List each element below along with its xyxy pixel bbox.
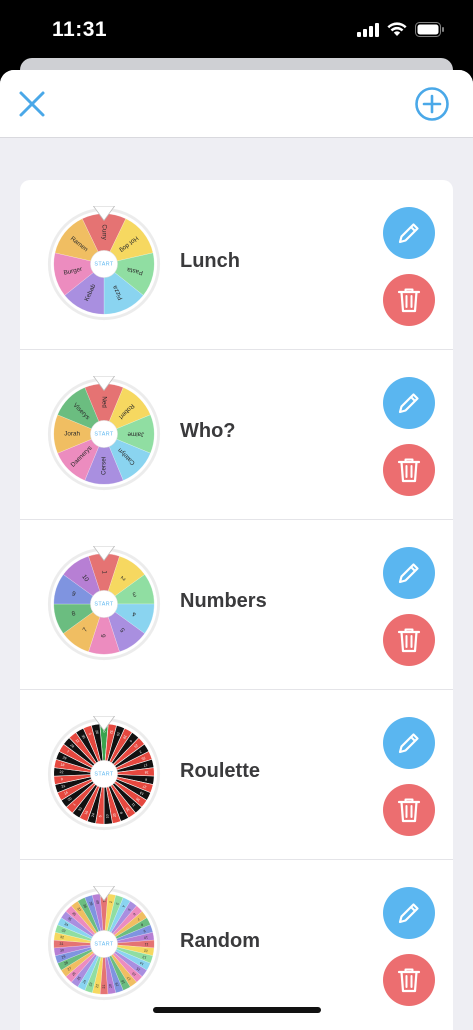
pencil-icon bbox=[398, 733, 419, 754]
edit-button[interactable] bbox=[383, 887, 435, 939]
wheel-title: Random bbox=[180, 930, 260, 952]
wheel-row-roulette[interactable]: 0 32 15 19 4 21 2 25 17 34 6 27 13 36 11 30 8 23 10 5 24 16 33… bbox=[20, 690, 453, 860]
close-icon bbox=[19, 91, 45, 117]
edit-button[interactable] bbox=[383, 377, 435, 429]
wheel-row-random[interactable]: 1 2 3 4 5 6 7 8 9 10 11 12 13 14 15 16 17 18 19 20 21 22 23 24 2… bbox=[20, 860, 453, 1029]
pencil-icon bbox=[398, 563, 419, 584]
edit-button[interactable] bbox=[383, 207, 435, 259]
pencil-icon bbox=[398, 393, 419, 414]
wheel-segment-label: 32 bbox=[60, 935, 65, 940]
wheel-segment-label: 26 bbox=[95, 730, 100, 735]
edit-button[interactable] bbox=[383, 717, 435, 769]
wheel-thumbnail[interactable]: 1 234567891011121314151617181920212223242… bbox=[46, 886, 162, 1002]
wheel-row-lunch[interactable]: Curry Hot dog Pasta Pizza Kebab Burger Ramen ST… bbox=[20, 180, 453, 350]
wheel-segment-label: Jaime bbox=[127, 430, 144, 437]
home-indicator bbox=[153, 1007, 321, 1013]
wheel-title: Roulette bbox=[180, 760, 260, 782]
delete-button[interactable] bbox=[383, 274, 435, 326]
navigation-bar bbox=[0, 70, 473, 138]
trash-icon bbox=[397, 968, 421, 993]
wheel-thumbnail[interactable]: 12345678910START bbox=[46, 546, 162, 662]
start-label: START bbox=[94, 602, 113, 608]
wheel-segment-label: 6 bbox=[101, 634, 108, 638]
wheel-list: Curry Hot dog Pasta Pizza Kebab Burger Ramen ST… bbox=[20, 180, 453, 1030]
start-label: START bbox=[94, 262, 113, 268]
wheel-segment-label: Cersei bbox=[101, 457, 108, 475]
status-icons bbox=[357, 22, 445, 37]
wheel-segment-label: 40 bbox=[95, 900, 100, 905]
start-label: START bbox=[94, 942, 113, 948]
wifi-icon bbox=[387, 22, 407, 36]
wheel-segment-label: 31 bbox=[60, 942, 64, 946]
wheel-segment-label: 5 bbox=[98, 815, 102, 817]
add-wheel-button[interactable] bbox=[414, 86, 450, 122]
delete-button[interactable] bbox=[383, 954, 435, 1006]
wheel-title: Numbers bbox=[180, 590, 267, 612]
pencil-icon bbox=[398, 223, 419, 244]
plus-circle-icon bbox=[415, 87, 449, 121]
wheel-segment-label: 10 bbox=[105, 814, 109, 818]
status-time: 11:31 bbox=[52, 18, 108, 41]
wheel-thumbnail[interactable]: NedRobertJaimeCatelynCerseiDaenerysJorah… bbox=[46, 376, 162, 492]
wheel-segment-label: 22 bbox=[59, 770, 63, 774]
wheel-segment-label: 30 bbox=[60, 948, 65, 953]
wheel-segment-label: 12 bbox=[144, 948, 149, 953]
wheel-segment-label: 11 bbox=[145, 942, 149, 946]
wheel-row-numbers[interactable]: 1 2 3 4 5 6 7 8 9 10 START Numbers bbox=[20, 520, 453, 690]
trash-icon bbox=[397, 288, 421, 313]
wheel-segment-label: 20 bbox=[108, 984, 113, 989]
wheel-segment-label: 32 bbox=[109, 730, 114, 735]
start-label: START bbox=[94, 432, 113, 438]
delete-button[interactable] bbox=[383, 614, 435, 666]
delete-button[interactable] bbox=[383, 444, 435, 496]
wheel-segment-label: 10 bbox=[144, 935, 149, 940]
edit-button[interactable] bbox=[383, 547, 435, 599]
trash-icon bbox=[397, 798, 421, 823]
wheel-title: Who? bbox=[180, 420, 236, 442]
wheel-segment-label: 1 bbox=[100, 570, 107, 574]
trash-icon bbox=[397, 628, 421, 653]
status-bar: 11:31 bbox=[0, 0, 473, 62]
cellular-signal-icon bbox=[357, 22, 379, 37]
wheel-segment-label: Jorah bbox=[64, 431, 80, 438]
wheel-thumbnail[interactable]: CurryHot dogPastaPizzaKebabBurgerRamenST… bbox=[46, 206, 162, 322]
delete-button[interactable] bbox=[383, 784, 435, 836]
wheel-segment-label: Ned bbox=[100, 396, 107, 408]
wheel-thumbnail[interactable]: 0 32 1519421225173462713361130823105241633… bbox=[46, 716, 162, 832]
wheel-segment-label: Curry bbox=[100, 224, 107, 240]
pencil-icon bbox=[398, 903, 419, 924]
wheel-title: Lunch bbox=[180, 250, 240, 272]
close-button[interactable] bbox=[14, 86, 50, 122]
battery-icon bbox=[415, 22, 444, 37]
wheel-row-who[interactable]: Ned Robert Jaime Catelyn Cersei Daenerys Jorah… bbox=[20, 350, 453, 520]
wheel-segment-label: 34 bbox=[144, 770, 148, 774]
modal-sheet: Curry Hot dog Pasta Pizza Kebab Burger Ramen ST… bbox=[0, 70, 473, 1030]
start-label: START bbox=[94, 772, 113, 778]
wheel-segment-label: 21 bbox=[102, 985, 106, 989]
trash-icon bbox=[397, 458, 421, 483]
wheel-segment-label: 22 bbox=[95, 984, 100, 989]
